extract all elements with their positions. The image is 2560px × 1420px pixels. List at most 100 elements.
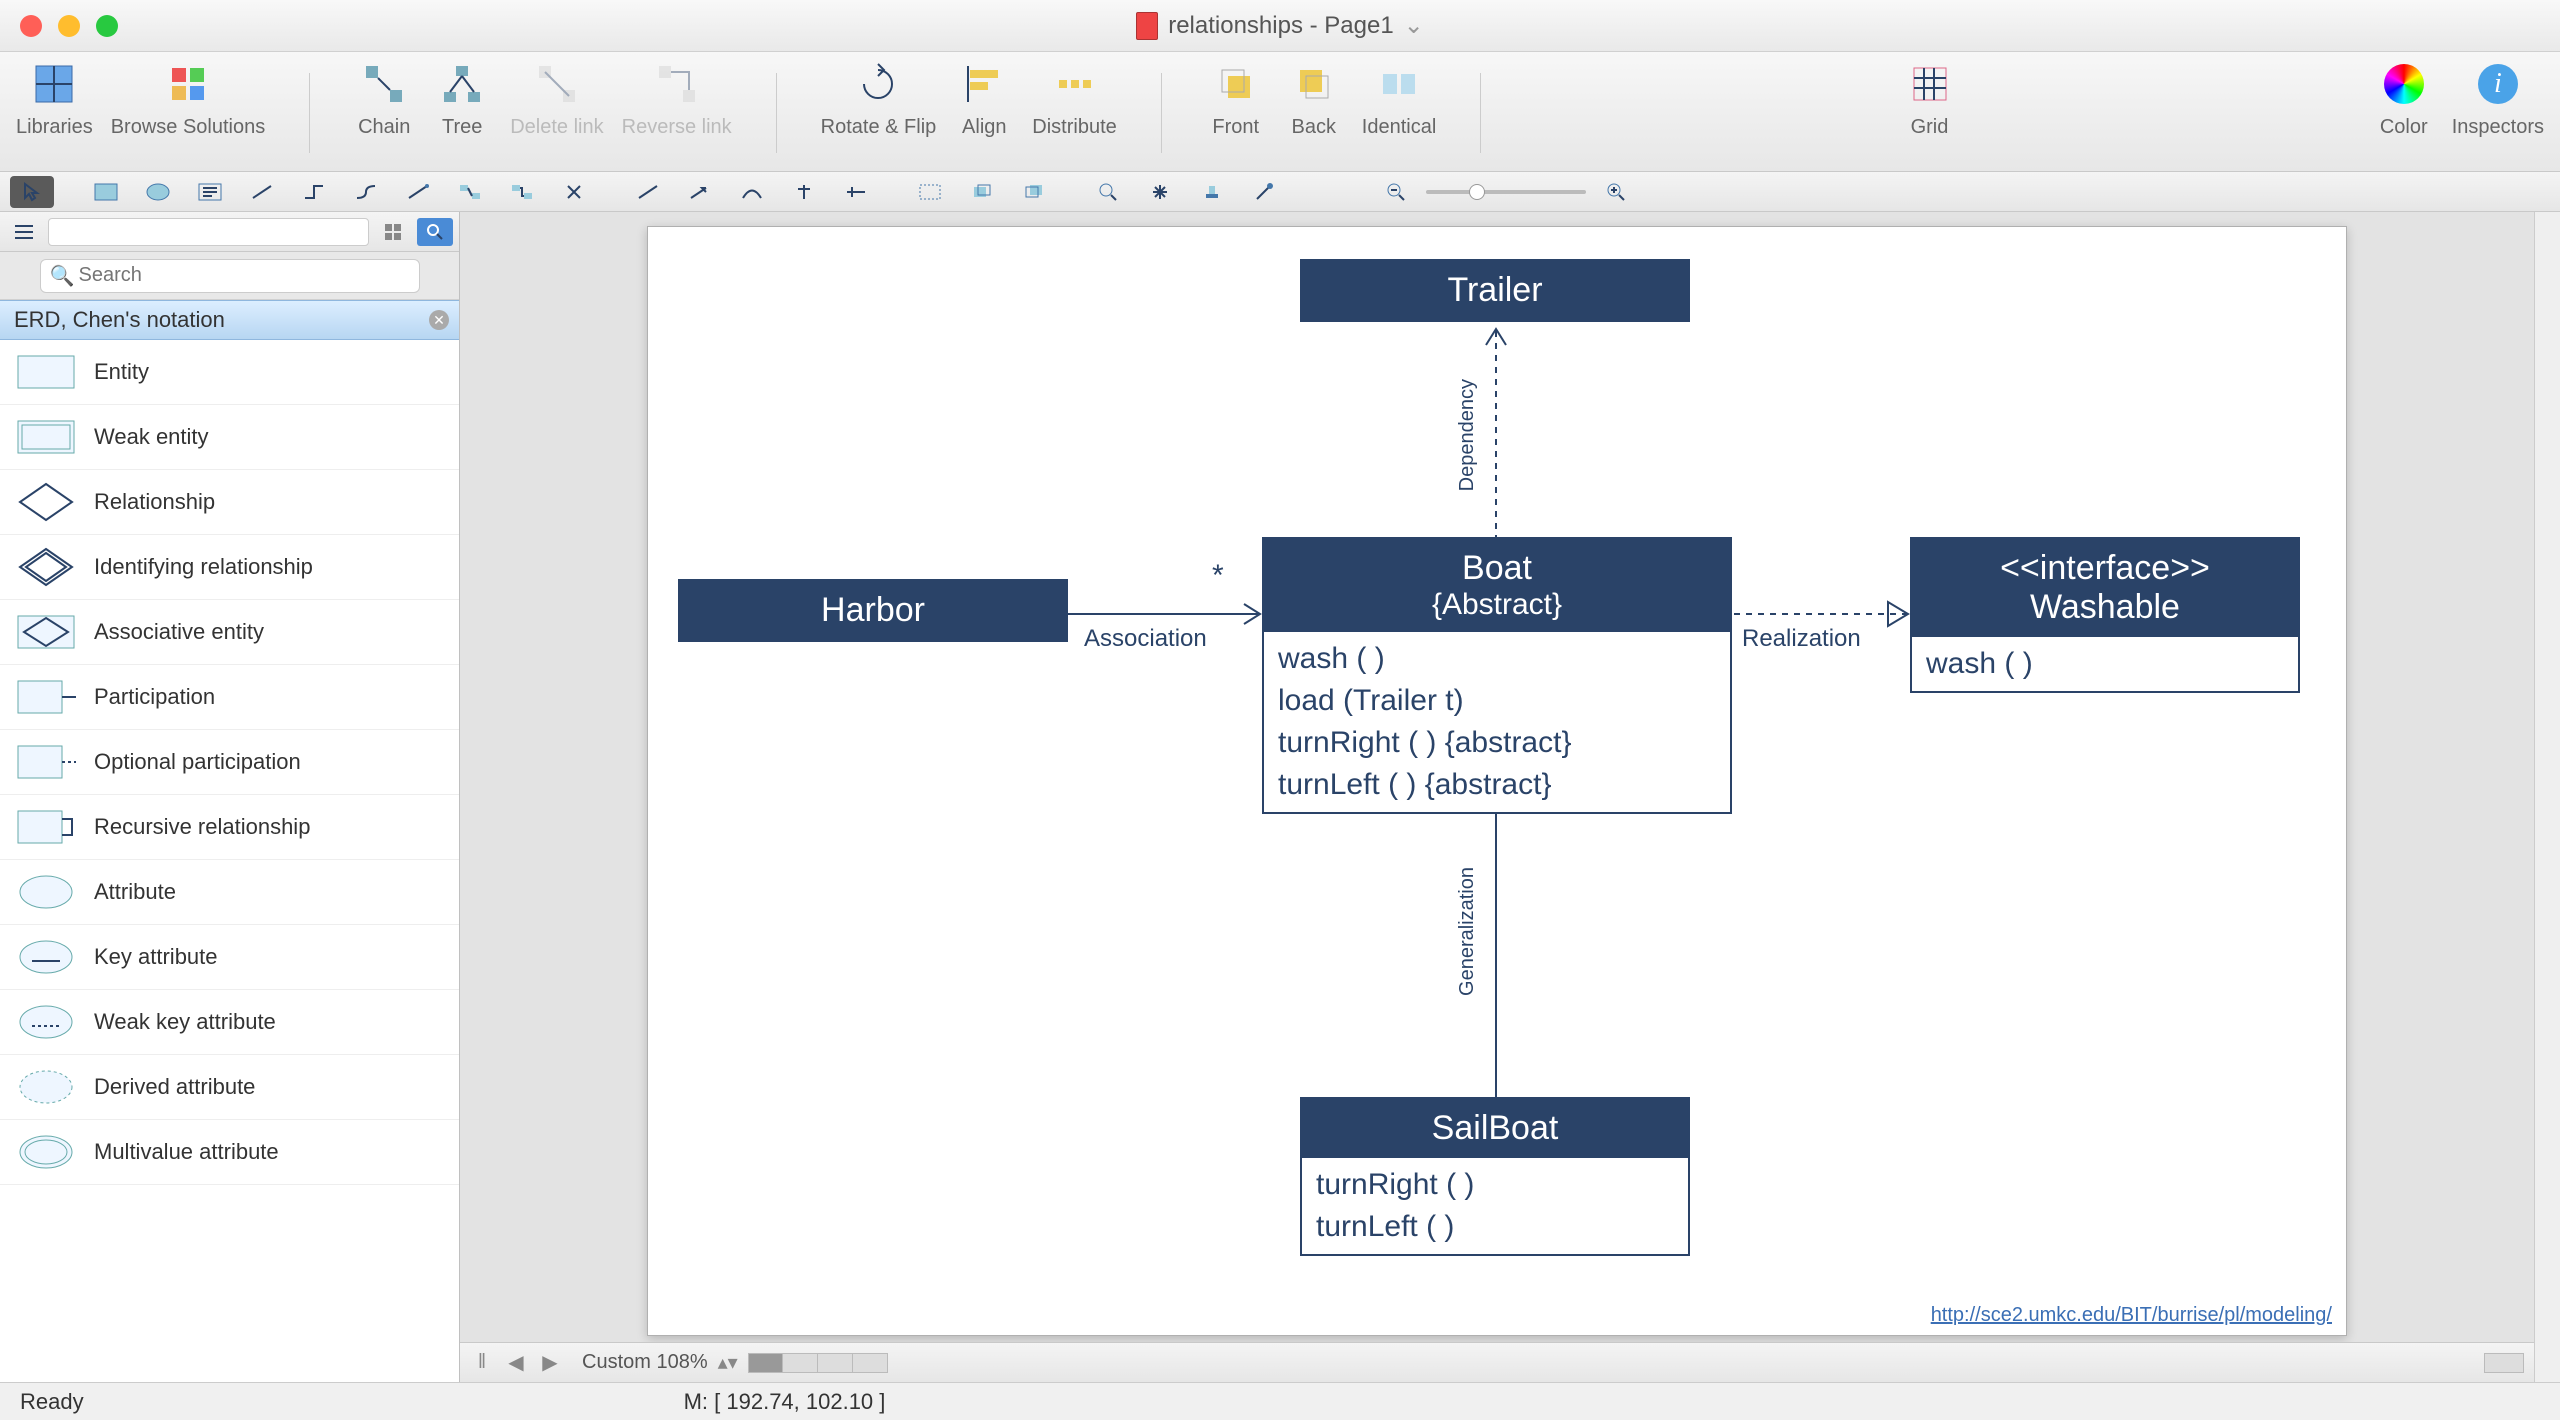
zoom-in-button[interactable]	[1594, 176, 1638, 208]
shape-item-recursive-relationship[interactable]: Recursive relationship	[0, 795, 459, 860]
shape-item-derived-attribute[interactable]: Derived attribute	[0, 1055, 459, 1120]
shape-thumb-icon	[14, 738, 78, 786]
sailboat-class-body[interactable]: turnRight ( ) turnLeft ( )	[1302, 1158, 1688, 1254]
source-url[interactable]: http://sce2.umkc.edu/BIT/burrise/pl/mode…	[1931, 1304, 2332, 1327]
close-window-button[interactable]	[20, 15, 42, 37]
text-tool[interactable]	[188, 176, 232, 208]
shape-thumb-icon	[14, 998, 78, 1046]
library-filter-input[interactable]	[48, 218, 369, 246]
shape-item-label: Attribute	[94, 879, 176, 905]
next-page-button[interactable]: ▶	[538, 1351, 562, 1375]
shape-item-label: Relationship	[94, 489, 215, 515]
rect-tool[interactable]	[84, 176, 128, 208]
connector-2[interactable]	[292, 176, 336, 208]
front-button[interactable]: Front	[1206, 58, 1266, 139]
washable-interface-head[interactable]: <<interface>> Washable	[1912, 539, 2298, 637]
shape-item-multivalue-attribute[interactable]: Multivalue attribute	[0, 1120, 459, 1185]
align-v-tool[interactable]	[782, 176, 826, 208]
shape-list: Entity Weak entity Relationship Identifying…	[0, 340, 459, 1382]
back-button[interactable]: Back	[1284, 58, 1344, 139]
shape-item-label: Entity	[94, 359, 149, 385]
maximize-window-button[interactable]	[96, 15, 118, 37]
zoom-slider[interactable]	[1426, 190, 1586, 194]
shape-thumb-icon	[14, 933, 78, 981]
delete-tool[interactable]	[552, 176, 596, 208]
shape-item-associative-entity[interactable]: Associative entity	[0, 600, 459, 665]
shape-item-attribute[interactable]: Attribute	[0, 860, 459, 925]
stamp-tool[interactable]	[1190, 176, 1234, 208]
shape-thumb-icon	[14, 478, 78, 526]
library-grid-icon[interactable]	[375, 218, 411, 246]
curve-tool[interactable]	[730, 176, 774, 208]
vertical-scrollbar[interactable]	[2534, 212, 2560, 1382]
pause-icon[interactable]: ‖	[470, 1351, 494, 1375]
category-header[interactable]: ERD, Chen's notation ✕	[0, 300, 459, 340]
shape-search-input[interactable]	[40, 259, 420, 293]
inspectors-button[interactable]: i Inspectors	[2452, 58, 2544, 139]
diagram-canvas[interactable]: Trailer Harbor Boat {Abstract} wash ( ) …	[647, 226, 2347, 1336]
zoom-level[interactable]: Custom 108%	[582, 1351, 708, 1374]
identical-button[interactable]: Identical	[1362, 58, 1437, 139]
title-dropdown-icon[interactable]: ⌄	[1404, 11, 1424, 40]
connector-5[interactable]	[448, 176, 492, 208]
rotate-flip-button[interactable]: Rotate & Flip	[821, 58, 937, 139]
shape-item-label: Weak key attribute	[94, 1009, 276, 1035]
sailboat-class-head[interactable]: SailBoat	[1302, 1099, 1688, 1158]
shape-item-participation[interactable]: Participation	[0, 665, 459, 730]
pan-tool[interactable]	[1138, 176, 1182, 208]
window-title: relationships - Page1	[1168, 12, 1393, 40]
shape-item-label: Recursive relationship	[94, 814, 310, 840]
shape-item-label: Optional participation	[94, 749, 301, 775]
boat-class-body[interactable]: wash ( ) load (Trailer t) turnRight ( ) …	[1264, 632, 1730, 812]
association-multiplicity: *	[1212, 559, 1224, 593]
shape-item-label: Associative entity	[94, 619, 264, 645]
shape-item-key-attribute[interactable]: Key attribute	[0, 925, 459, 990]
washable-interface-body[interactable]: wash ( )	[1912, 637, 2298, 691]
shape-item-label: Weak entity	[94, 424, 209, 450]
color-button[interactable]: Color	[2374, 58, 2434, 139]
layer-tool-2[interactable]	[1012, 176, 1056, 208]
association-label: Association	[1084, 625, 1207, 653]
connector-4[interactable]	[396, 176, 440, 208]
shape-item-weak-entity[interactable]: Weak entity	[0, 405, 459, 470]
arrow-tool[interactable]	[678, 176, 722, 208]
tree-button[interactable]: Tree	[432, 58, 492, 139]
trailer-class[interactable]: Trailer	[1302, 261, 1688, 320]
library-search-toggle[interactable]	[417, 218, 453, 246]
boat-class-head[interactable]: Boat {Abstract}	[1264, 539, 1730, 632]
line-tool[interactable]	[626, 176, 670, 208]
align-button[interactable]: Align	[954, 58, 1014, 139]
zoom-out-button[interactable]	[1374, 176, 1418, 208]
prev-page-button[interactable]: ◀	[504, 1351, 528, 1375]
minimize-window-button[interactable]	[58, 15, 80, 37]
shape-item-optional-participation[interactable]: Optional participation	[0, 730, 459, 795]
shape-item-identifying-relationship[interactable]: Identifying relationship	[0, 535, 459, 600]
chain-button[interactable]: Chain	[354, 58, 414, 139]
connector-3[interactable]	[344, 176, 388, 208]
connector-6[interactable]	[500, 176, 544, 208]
status-ready: Ready	[20, 1389, 84, 1415]
pointer-tool[interactable]	[10, 176, 54, 208]
browse-solutions-button[interactable]: Browse Solutions	[111, 58, 266, 139]
layer-tool-1[interactable]	[960, 176, 1004, 208]
shape-item-relationship[interactable]: Relationship	[0, 470, 459, 535]
group-tool[interactable]	[908, 176, 952, 208]
connector-1[interactable]	[240, 176, 284, 208]
shape-item-entity[interactable]: Entity	[0, 340, 459, 405]
zoom-tool[interactable]	[1086, 176, 1130, 208]
view-mode-icon[interactable]	[2484, 1353, 2524, 1373]
align-h-tool[interactable]	[834, 176, 878, 208]
harbor-class[interactable]: Harbor	[680, 581, 1066, 640]
ellipse-tool[interactable]	[136, 176, 180, 208]
libraries-button[interactable]: Libraries	[16, 58, 93, 139]
titlebar: relationships - Page1 ⌄	[0, 0, 2560, 52]
distribute-button[interactable]: Distribute	[1032, 58, 1116, 139]
close-category-button[interactable]: ✕	[429, 310, 449, 330]
shape-thumb-icon	[14, 1128, 78, 1176]
shape-item-weak-key-attribute[interactable]: Weak key attribute	[0, 990, 459, 1055]
library-list-icon[interactable]	[6, 218, 42, 246]
zoom-stepper-icon[interactable]: ▴▾	[718, 1350, 738, 1375]
grid-button[interactable]: Grid	[1900, 58, 1960, 139]
eyedropper-tool[interactable]	[1242, 176, 1286, 208]
delete-link-button: Delete link	[510, 58, 603, 139]
